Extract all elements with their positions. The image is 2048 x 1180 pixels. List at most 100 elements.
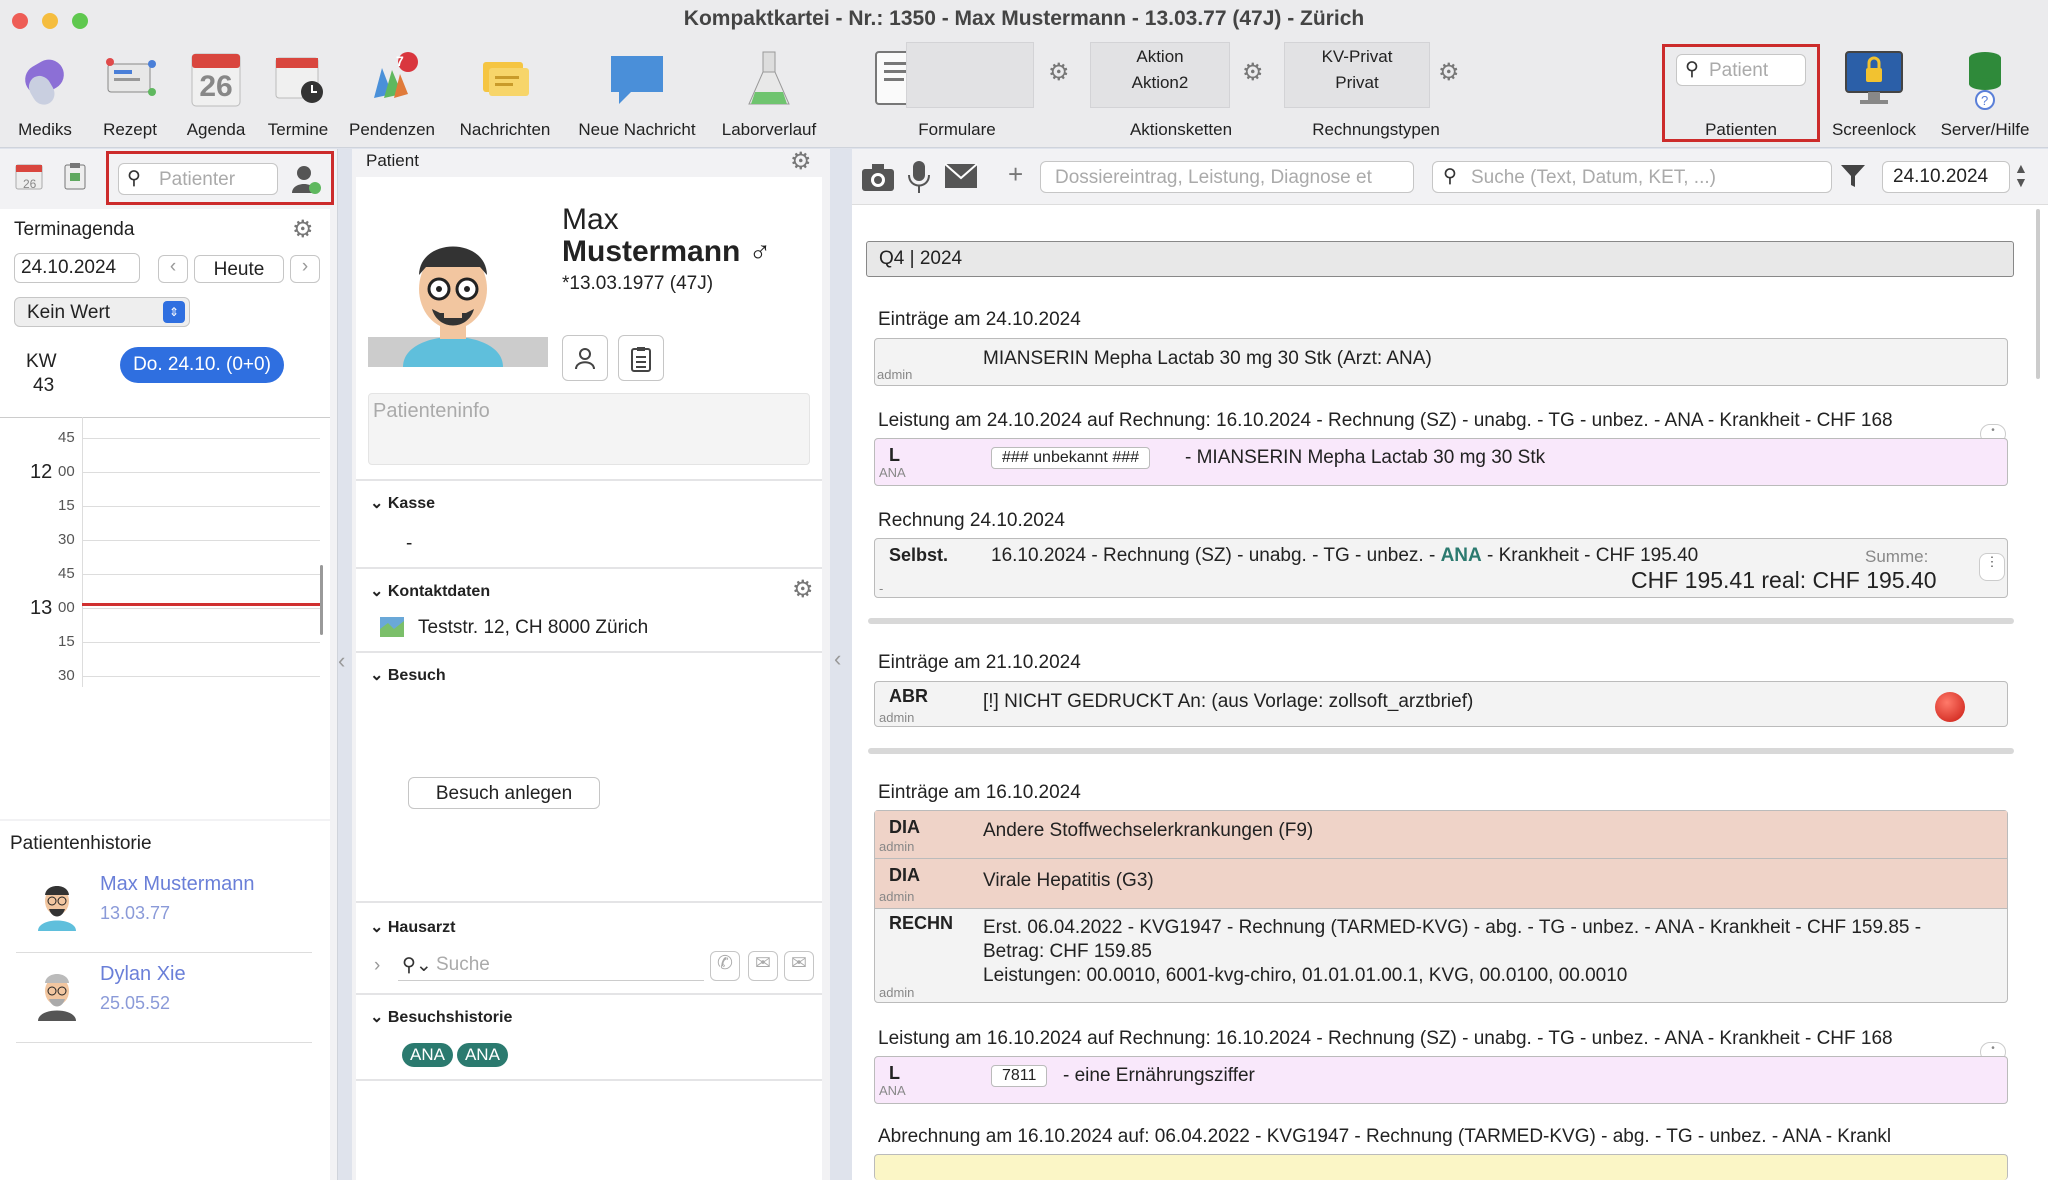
journal-entry[interactable]: MIANSERIN Mepha Lactab 30 mg 30 Stk (Arz… [874, 338, 2008, 386]
historie-name: Max Mustermann [100, 873, 255, 895]
dossier-entry-input[interactable]: Dossiereintrag, Leistung, Diagnose et [1040, 161, 1414, 193]
laborverlauf-button[interactable]: Laborverlauf [714, 40, 824, 148]
main-toolbar: Mediks Rezept 26 Agenda Termine 7 Penden… [0, 40, 2048, 148]
journal-scrollbar[interactable] [2036, 209, 2040, 379]
hour-row[interactable]: 30 [0, 655, 330, 689]
mediks-button[interactable]: Mediks [4, 40, 86, 148]
agenda-date-field[interactable]: 24.10.2024 [14, 253, 140, 283]
person-icon [575, 348, 595, 370]
agenda-scrollbar[interactable] [320, 565, 323, 635]
dia-entry[interactable]: DIA admin Andere Stoffwechselerkrankunge… [875, 811, 2007, 859]
quarter-header[interactable]: Q4 | 2024 [866, 241, 2014, 277]
hausarzt-search-input[interactable]: ⚲⌄ Suche [398, 951, 704, 981]
rechnung-more-icon[interactable]: ⋮ [1979, 553, 2005, 581]
add-entry-icon[interactable]: + [1008, 159, 1023, 190]
patienteninfo-field[interactable]: Patienteninfo [368, 393, 810, 465]
microphone-icon[interactable] [906, 159, 932, 195]
besuchshistorie-section-header[interactable]: ⌄ Besuchshistorie [370, 1007, 512, 1027]
leistung-entry[interactable]: L ANA 7811 - eine Ernährungsziffer [874, 1056, 2008, 1104]
kontakt-gear-icon[interactable]: ⚙ [792, 575, 814, 604]
rechn-entry[interactable]: RECHN admin Erst. 06.04.2022 - KVG1947 -… [875, 909, 2007, 1003]
patient-card: Max Mustermann ♂ *13.03.1977 (47J) Patie… [356, 177, 822, 1180]
camera-icon[interactable] [860, 161, 896, 193]
leistung-entry[interactable]: L ANA ### unbekannt ### - MIANSERIN Meph… [874, 438, 2008, 486]
next-day-button[interactable]: › [290, 255, 320, 283]
rechnungstypen-gear-icon[interactable]: ⚙ [1438, 58, 1460, 87]
server-hilfe-button[interactable]: ? Server/Hilfe [1930, 40, 2040, 148]
rechnungstypen-group: KV-Privat Privat ⚙ Rechnungstypen [1284, 40, 1468, 148]
historie-item[interactable]: Max Mustermann 13.03.77 [16, 865, 312, 953]
visit-pill[interactable]: ANA [402, 1043, 453, 1067]
abr-entry[interactable]: ABR admin [!] NICHT GEDRUCKT An: (aus Vo… [874, 681, 2008, 727]
pendenzen-button[interactable]: 7 Pendenzen [344, 40, 440, 148]
besuch-anlegen-button[interactable]: Besuch anlegen [408, 777, 600, 809]
hour-row[interactable]: 45 [0, 417, 330, 451]
besuch-section-header[interactable]: ⌄ Besuch [370, 665, 446, 685]
date-stepper-icon[interactable]: ▲ ▼ [2014, 161, 2028, 189]
status-red-indicator[interactable] [1935, 692, 1965, 722]
screenlock-button[interactable]: Screenlock [1826, 40, 1922, 148]
termine-button[interactable]: Termine [260, 40, 336, 148]
prev-day-button[interactable]: ‹ [158, 255, 188, 283]
rechnungstypen-slot[interactable]: KV-Privat Privat [1284, 42, 1430, 108]
terminagenda-gear-icon[interactable]: ⚙ [292, 215, 314, 244]
mail-outline-icon[interactable]: ✉ [784, 951, 814, 981]
address-text[interactable]: Teststr. 12, CH 8000 Zürich [418, 617, 648, 639]
termine-label: Termine [267, 120, 329, 139]
patient-notes-button[interactable] [618, 335, 664, 381]
patient-search-input[interactable]: ⚲ Patient [1676, 54, 1806, 86]
filter-select[interactable]: Kein Wert ⇕ [14, 297, 190, 327]
aktion-slot[interactable]: Aktion Aktion2 [1090, 42, 1230, 108]
aktionsketten-gear-icon[interactable]: ⚙ [1242, 58, 1264, 87]
hour-row[interactable]: 12 00 [0, 451, 330, 485]
hour-row[interactable]: 15 [0, 621, 330, 655]
rechnung-tag: Selbst. [889, 545, 949, 565]
sidebar-patient-search[interactable]: ⚲ Patienter [118, 163, 278, 195]
journal-search-input[interactable]: ⚲ Suche (Text, Datum, KET, ...) [1432, 161, 1832, 193]
dia-entry[interactable]: DIA admin Virale Hepatitis (G3) [875, 859, 2007, 909]
kontakt-section-header[interactable]: ⌄ Kontaktdaten [370, 581, 490, 601]
patient-gear-icon[interactable]: ⚙ [790, 147, 812, 176]
hour-grid[interactable]: 45 12 00 15 30 45 13 00 15 30 [0, 417, 330, 687]
day-chip[interactable]: Do. 24.10. (0+0) [120, 347, 284, 383]
mail-icon[interactable]: ✉ [748, 951, 778, 981]
journal-search-placeholder: Suche (Text, Datum, KET, ...) [1471, 167, 1716, 188]
hour-row[interactable]: 15 [0, 485, 330, 519]
hausarzt-expand-icon[interactable]: › [374, 955, 380, 977]
kasse-label: Kasse [387, 495, 436, 512]
entry-author: admin [879, 889, 915, 904]
hour-row[interactable]: 45 [0, 553, 330, 587]
hausarzt-section-header[interactable]: ⌄ Hausarzt [370, 917, 455, 937]
rechnung-entry[interactable]: Selbst. 16.10.2024 - Rechnung (SZ) - una… [874, 538, 2008, 598]
divider [356, 651, 822, 653]
agenda-button[interactable]: 26 Agenda [176, 40, 256, 148]
patient-profile-button[interactable] [562, 335, 608, 381]
entry-author: admin [879, 710, 915, 725]
kasse-section-header[interactable]: ⌄ Kasse [370, 493, 435, 513]
minute-label: 30 [58, 531, 75, 548]
historie-item[interactable]: Dylan Xie 25.05.52 [16, 955, 312, 1043]
collapse-patient-icon[interactable]: ‹ [834, 646, 841, 672]
abrechnung-entry[interactable] [874, 1154, 2008, 1180]
today-button[interactable]: Heute [194, 255, 284, 283]
select-arrows-icon: ⇕ [163, 301, 185, 323]
besuchshistorie-label: Besuchshistorie [387, 1009, 513, 1026]
neue-nachricht-button[interactable]: Neue Nachricht [570, 40, 704, 148]
hour-row[interactable]: 30 [0, 519, 330, 553]
formulare-gear-icon[interactable]: ⚙ [1048, 58, 1070, 87]
rezept-button[interactable]: Rezept [90, 40, 170, 148]
phone-icon[interactable]: ✆ [710, 951, 740, 981]
dia-text: Andere Stoffwechselerkrankungen (F9) [983, 820, 1314, 841]
rechn-line2: Betrag: CHF 159.85 [983, 941, 1152, 962]
clipboard-icon[interactable] [62, 161, 88, 191]
nachrichten-button[interactable]: Nachrichten [452, 40, 558, 148]
envelope-icon[interactable] [944, 163, 978, 189]
abrechnung-header: Abrechnung am 16.10.2024 auf: 06.04.2022… [878, 1126, 1892, 1147]
visit-pill[interactable]: ANA [456, 1043, 508, 1067]
formulare-label: Formulare [918, 120, 996, 139]
collapse-left-icon[interactable]: ‹ [338, 648, 345, 674]
formulare-slot[interactable] [906, 42, 1034, 108]
journal-date-field[interactable]: 24.10.2024 [1882, 161, 2010, 193]
add-patient-icon[interactable] [290, 163, 322, 195]
filter-icon[interactable] [1840, 163, 1866, 189]
